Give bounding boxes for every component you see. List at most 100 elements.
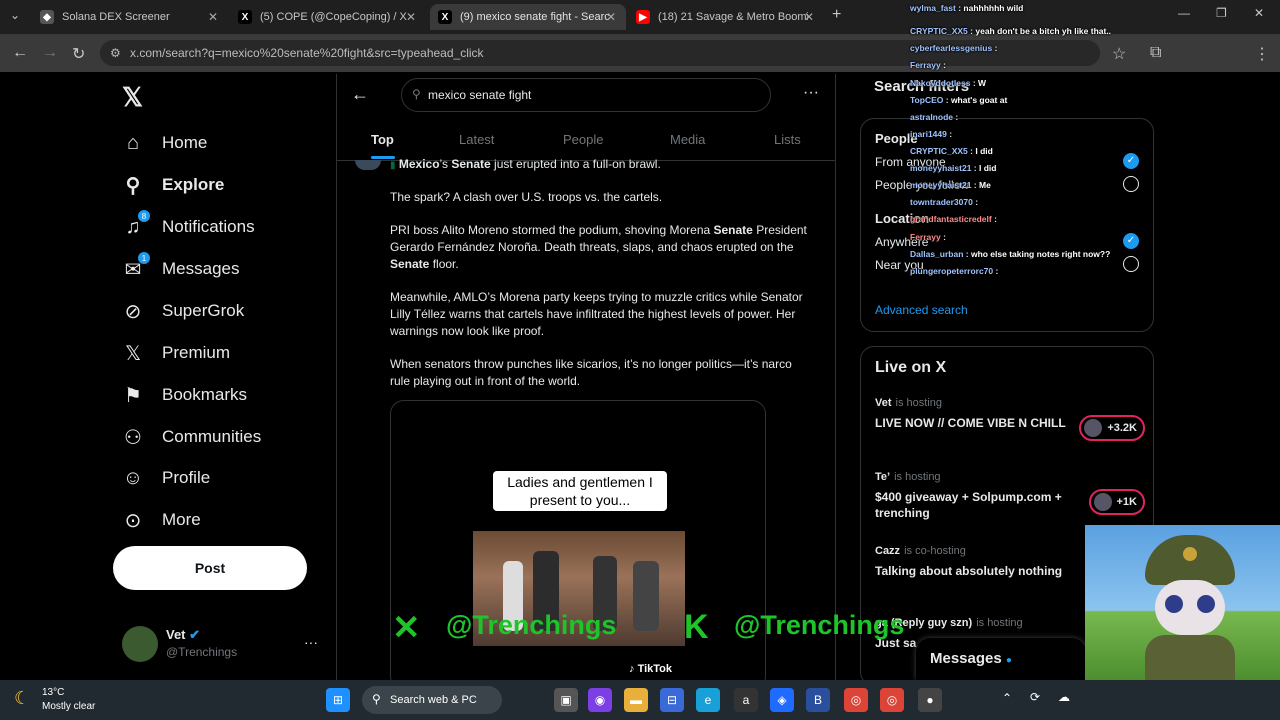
- nav-home[interactable]: ⌂ Home: [122, 132, 207, 154]
- tab-lists[interactable]: Lists: [774, 132, 801, 147]
- live-space-item[interactable]: Te’ is hosting $400 giveaway + Solpump.co…: [875, 471, 1145, 521]
- home-icon: ⌂: [126, 131, 140, 154]
- dexscreener-favicon-icon: ◆: [40, 10, 54, 24]
- stream-chat-overlay: wylma_fast : nahhhhhh wild CRYPTIC_XX5 :…: [906, 0, 1146, 285]
- bitwarden-icon[interactable]: B: [806, 688, 830, 712]
- communities-icon: ⚇: [124, 426, 142, 449]
- chat-message: Ferrayy :: [910, 232, 946, 242]
- chat-message: Ferrayy :: [910, 60, 946, 70]
- cloud-icon[interactable]: ☁: [1058, 690, 1070, 704]
- chrome-active-icon[interactable]: ◎: [880, 688, 904, 712]
- more-options-icon[interactable]: ···: [803, 84, 819, 102]
- chat-message: TopCEO : what's goat at: [910, 95, 1008, 105]
- windows-start-icon[interactable]: ⊞: [326, 688, 350, 712]
- close-window-icon[interactable]: ✕: [1254, 6, 1264, 20]
- chat-message: cyberfearlessgenius :: [910, 43, 998, 53]
- post-paragraph: When senators throw punches like sicario…: [390, 357, 792, 388]
- chrome-icon[interactable]: ◎: [844, 688, 868, 712]
- nav-bookmarks[interactable]: ⚑ Bookmarks: [122, 384, 247, 407]
- minimize-window-icon[interactable]: —: [1178, 6, 1190, 20]
- live-on-x-title: Live on X: [875, 359, 947, 376]
- bookmark-icon: ⚑: [124, 384, 142, 407]
- bell-icon: ♫ 8: [122, 210, 150, 238]
- browser-tab-dexscreener[interactable]: ◆ Solana DEX Screener ✕: [32, 4, 228, 30]
- listener-count-pill[interactable]: +1K: [1088, 489, 1145, 515]
- chat-message: wylma_fast : nahhhhhh wild: [910, 3, 1024, 13]
- menu-icon[interactable]: ⋮: [1254, 44, 1270, 64]
- post-button[interactable]: Post: [113, 546, 307, 590]
- nav-more[interactable]: ⊙ More: [122, 509, 201, 532]
- reload-icon[interactable]: ↻: [72, 44, 85, 64]
- weather-moon-icon[interactable]: ☾: [14, 688, 30, 709]
- back-icon[interactable]: ←: [12, 44, 28, 62]
- close-tab-icon[interactable]: ✕: [406, 10, 416, 24]
- search-results-column: ← ⚲ mexico senate fight ··· Top Latest P…: [336, 74, 836, 680]
- x-logo-icon: ✕: [392, 609, 421, 647]
- post-paragraph: Meanwhile, AMLO’s Morena party keeps try…: [390, 290, 803, 338]
- tab-latest[interactable]: Latest: [459, 132, 494, 147]
- dropbox-icon[interactable]: ◈: [770, 688, 794, 712]
- taskbar-search-input[interactable]: ⚲ Search web & PC: [362, 686, 502, 714]
- nav-supergrok[interactable]: ⊘ SuperGrok: [122, 300, 245, 323]
- live-space-item[interactable]: Vet is hosting LIVE NOW // COME VIBE N CH…: [875, 397, 1145, 441]
- chat-message: towntrader3070 :: [910, 197, 979, 207]
- browser-tab-cope[interactable]: X (5) COPE (@CopeCoping) / X ✕: [230, 4, 426, 30]
- advanced-search-link[interactable]: Advanced search: [875, 303, 968, 317]
- close-tab-icon[interactable]: ✕: [606, 10, 616, 24]
- forward-icon[interactable]: →: [42, 44, 58, 62]
- browser-tab-search[interactable]: X (9) mexico senate fight - Search ✕: [430, 4, 626, 30]
- nav-messages[interactable]: ✉ 1 Messages: [122, 252, 239, 281]
- chat-message: grandfantasticredelf :: [910, 214, 997, 224]
- close-tab-icon[interactable]: ✕: [208, 10, 218, 24]
- amazon-icon[interactable]: a: [734, 688, 758, 712]
- chat-message: plungeropeterrorc70 :: [910, 266, 999, 276]
- tab-people[interactable]: People: [563, 132, 603, 147]
- streamer-avatar-overlay: [1085, 525, 1280, 680]
- tab-media[interactable]: Media: [670, 132, 705, 147]
- post-avatar[interactable]: [355, 160, 381, 170]
- nav-profile[interactable]: ☺ Profile: [122, 467, 210, 489]
- new-message-dot-icon: ●: [1005, 655, 1012, 666]
- maximize-window-icon[interactable]: ❐: [1216, 6, 1227, 20]
- avatar[interactable]: [122, 626, 158, 662]
- tray-overflow-icon[interactable]: ⌃: [1002, 691, 1012, 705]
- video-caption: Ladies and gentlemen I present to you...: [493, 471, 667, 511]
- nav-communities[interactable]: ⚇ Communities: [122, 426, 261, 449]
- listener-count-pill[interactable]: +3.2K: [1079, 415, 1145, 441]
- extensions-icon[interactable]: ⧉: [1150, 44, 1161, 62]
- account-name[interactable]: Vet ✔: [166, 627, 200, 643]
- store-icon[interactable]: ⊟: [660, 688, 684, 712]
- message-badge: 1: [138, 252, 150, 264]
- x-favicon-icon: X: [438, 10, 452, 24]
- weather-desc[interactable]: Mostly clear: [42, 701, 95, 712]
- tab-top[interactable]: Top: [371, 132, 394, 147]
- file-explorer-icon[interactable]: ▬: [624, 688, 648, 712]
- sync-icon[interactable]: ⟳: [1030, 690, 1040, 704]
- stream-watermark: ✕ @Trenchings K @Trenchings: [392, 608, 905, 647]
- messages-drawer[interactable]: Messages ●: [916, 638, 1086, 680]
- search-icon: ⚲: [372, 692, 381, 706]
- post-first-line: ▮ Mexico’s Senate just erupted into a fu…: [390, 157, 661, 171]
- nav-notifications[interactable]: ♫ 8 Notifications: [122, 210, 255, 238]
- kick-logo-icon: K: [684, 608, 709, 646]
- site-info-icon[interactable]: ⚙: [110, 46, 121, 60]
- obs-icon[interactable]: ●: [918, 688, 942, 712]
- weather-temp[interactable]: 13°C: [42, 687, 64, 698]
- chat-message: moneyyhaist21 : Me: [910, 180, 991, 190]
- copilot-icon[interactable]: ◉: [588, 688, 612, 712]
- x-logo-icon[interactable]: 𝕏: [122, 82, 143, 113]
- task-view-icon[interactable]: ▣: [554, 688, 578, 712]
- back-arrow-icon[interactable]: ←: [351, 84, 369, 105]
- edge-icon[interactable]: e: [696, 688, 720, 712]
- close-tab-icon[interactable]: ✕: [804, 10, 814, 24]
- chat-message: inari1449 :: [910, 129, 953, 139]
- chat-message: Dallas_urban : who else taking notes rig…: [910, 249, 1111, 259]
- tab-search-icon[interactable]: ⌄: [10, 8, 20, 22]
- nav-premium[interactable]: 𝕏 Premium: [122, 342, 230, 365]
- browser-tab-youtube[interactable]: ▶ (18) 21 Savage & Metro Boomin ✕: [628, 4, 824, 30]
- new-tab-icon[interactable]: +: [832, 6, 841, 24]
- nav-explore[interactable]: ⚲ Explore: [122, 174, 225, 197]
- tiktok-watermark: ♪ TikTok: [629, 663, 672, 675]
- account-menu-icon[interactable]: ···: [304, 634, 318, 650]
- search-input[interactable]: ⚲ mexico senate fight: [401, 78, 771, 112]
